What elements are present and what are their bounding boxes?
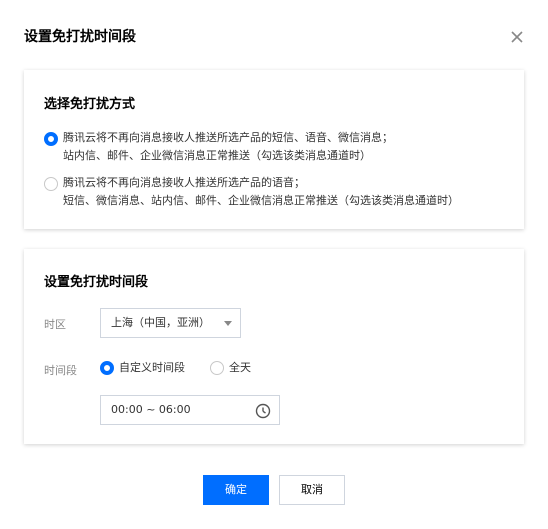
mode-option-2-radio[interactable] bbox=[44, 177, 58, 191]
close-icon[interactable] bbox=[506, 26, 528, 48]
mode-option-1[interactable]: 腾讯云将不再向消息接收人推送所选产品的短信、语音、微信消息； 站内信、邮件、企业… bbox=[44, 129, 504, 165]
cancel-button[interactable]: 取消 bbox=[279, 475, 345, 505]
mode-section-title: 选择免打扰方式 bbox=[44, 97, 136, 112]
mode-option-1-line2: 站内信、邮件、企业微信消息正常推送（勾选该类消息通道时） bbox=[63, 149, 371, 162]
confirm-button[interactable]: 确定 bbox=[203, 475, 269, 505]
clock-icon[interactable] bbox=[255, 402, 271, 419]
time-range-input[interactable]: 00:00 ~ 06:00 bbox=[100, 395, 280, 425]
period-section-title: 设置免打扰时间段 bbox=[44, 275, 149, 290]
mode-option-2-line1: 腾讯云将不再向消息接收人推送所选产品的语音； bbox=[63, 176, 305, 189]
dnd-dialog: 设置免打扰时间段 选择免打扰方式 腾讯云将不再向消息接收人推送所选产品的短信、语… bbox=[0, 0, 548, 529]
timezone-value: 上海（中国，亚洲） bbox=[111, 316, 210, 329]
period-card: 设置免打扰时间段 时区 上海（中国，亚洲） 时间段 自定义时间段 全天 00:0… bbox=[24, 249, 524, 444]
period-option-custom-label: 自定义时间段 bbox=[119, 361, 185, 374]
mode-card: 选择免打扰方式 腾讯云将不再向消息接收人推送所选产品的短信、语音、微信消息； 站… bbox=[24, 70, 524, 229]
timezone-label: 时区 bbox=[44, 318, 66, 331]
chevron-down-icon bbox=[224, 321, 232, 326]
period-option-custom[interactable]: 自定义时间段 bbox=[100, 359, 185, 377]
time-range-value: 00:00 ~ 06:00 bbox=[111, 403, 191, 416]
period-option-allday[interactable]: 全天 bbox=[210, 359, 251, 377]
mode-option-1-radio[interactable] bbox=[44, 132, 58, 146]
mode-option-1-line1: 腾讯云将不再向消息接收人推送所选产品的短信、语音、微信消息； bbox=[63, 131, 393, 144]
period-option-custom-radio[interactable] bbox=[100, 361, 114, 375]
dialog-title: 设置免打扰时间段 bbox=[24, 29, 136, 45]
period-option-allday-label: 全天 bbox=[229, 361, 251, 374]
mode-option-2-line2: 短信、微信消息、站内信、邮件、企业微信消息正常推送（勾选该类消息通道时） bbox=[63, 194, 459, 207]
timezone-select[interactable]: 上海（中国，亚洲） bbox=[100, 308, 241, 338]
period-option-allday-radio[interactable] bbox=[210, 361, 224, 375]
period-label: 时间段 bbox=[44, 364, 77, 377]
mode-option-2[interactable]: 腾讯云将不再向消息接收人推送所选产品的语音； 短信、微信消息、站内信、邮件、企业… bbox=[44, 174, 504, 210]
